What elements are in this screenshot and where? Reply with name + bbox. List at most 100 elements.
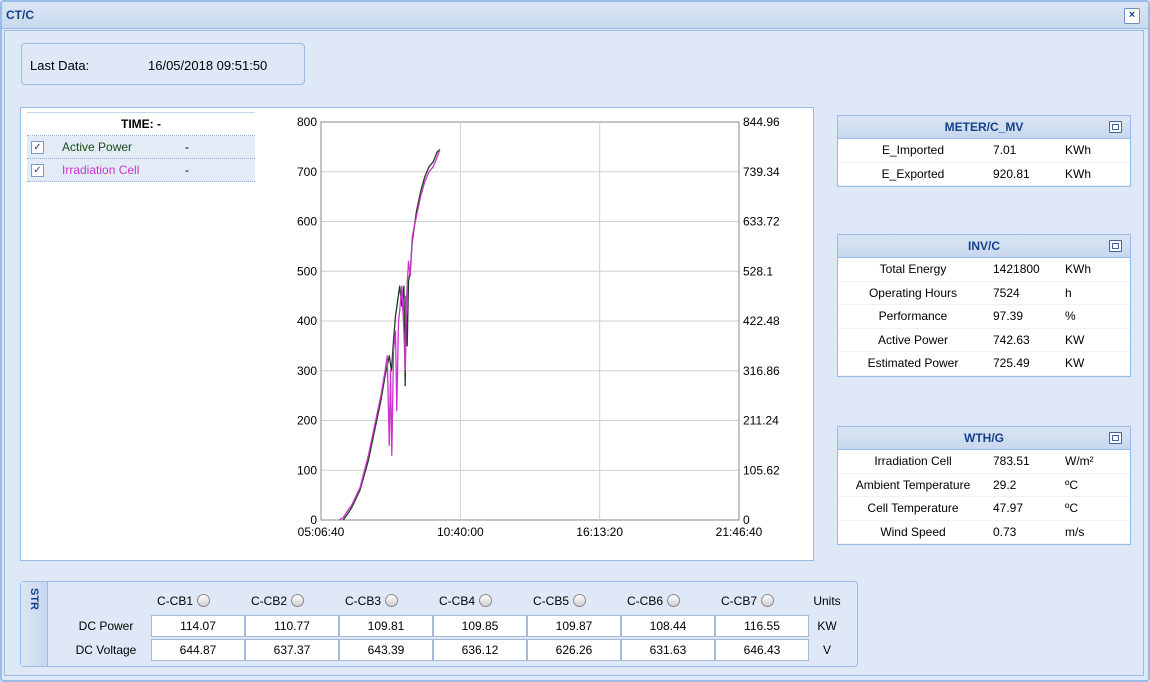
restore-window-icon[interactable] — [1109, 121, 1122, 133]
panel-inverter-header: INV/C — [838, 235, 1130, 258]
x-tick-label: 21:46:40 — [716, 525, 763, 539]
row-name: E_Exported — [881, 166, 945, 181]
combiner-label: C-CB5 — [533, 594, 570, 608]
row-unit: h — [1065, 285, 1072, 300]
panel-meter-header: METER/C_MV — [838, 116, 1130, 139]
window-body: Last Data: 16/05/2018 09:51:50 TIME: - ✓… — [4, 30, 1144, 676]
panel-row: Operating Hours 7524 h — [838, 282, 1130, 306]
row-unit: ºC — [1065, 501, 1079, 516]
row-name: Cell Temperature — [867, 501, 959, 516]
row-value: 47.97 — [993, 501, 1024, 516]
panel-inverter: INV/C Total Energy 1421800 KWh Operating H… — [837, 234, 1131, 377]
dc-voltage-unit: V — [822, 643, 831, 657]
y-right-tick-label: 528.1 — [743, 264, 773, 278]
restore-window-icon[interactable] — [1109, 240, 1122, 252]
combiner-header-4: C-CB4 — [439, 594, 533, 608]
panel-row: Ambient Temperature 29.2 ºC — [838, 474, 1130, 498]
str-panel: STR C-CB1 C-CB2 C-CB3 C-CB4 C-CB5 C-CB6 … — [20, 581, 858, 667]
last-data-value: 16/05/2018 09:51:50 — [148, 58, 268, 73]
radio-button[interactable] — [667, 594, 681, 607]
restore-window-icon[interactable] — [1109, 432, 1122, 444]
y-left-tick-label: 600 — [297, 215, 317, 229]
panel-row: Cell Temperature 47.97 ºC — [838, 497, 1130, 521]
row-unit: KWh — [1065, 143, 1092, 157]
panel-weather-header: WTH/G — [838, 427, 1130, 450]
panel-weather-title: WTH/G — [964, 431, 1004, 445]
row-name: Performance — [878, 309, 948, 324]
row-name: Ambient Temperature — [855, 477, 971, 492]
y-right-tick-label: 316.86 — [743, 364, 780, 378]
dc-voltage-cell: 637.37 — [245, 639, 339, 661]
y-right-tick-label: 633.72 — [743, 215, 780, 229]
window-titlebar[interactable]: CT/C × — [2, 2, 1148, 29]
row-unit: ºC — [1065, 477, 1079, 492]
y-right-tick-label: 211.24 — [743, 414, 779, 428]
combiner-label: C-CB7 — [721, 594, 758, 608]
y-right-tick-label: 739.34 — [743, 165, 780, 179]
radio-button[interactable] — [479, 594, 493, 607]
row-unit: % — [1065, 309, 1076, 324]
radio-button[interactable] — [197, 594, 211, 607]
panel-row: Active Power 742.63 KW — [838, 329, 1130, 353]
y-left-tick-label: 200 — [297, 414, 317, 428]
panel-row: E_Exported 920.81 KWh — [838, 163, 1130, 187]
row-name: Irradiation Cell — [874, 454, 952, 468]
panel-row: Irradiation Cell 783.51 W/m² — [838, 450, 1130, 474]
row-value: 725.49 — [993, 356, 1030, 371]
combiner-label: C-CB4 — [439, 594, 476, 608]
radio-button[interactable] — [385, 594, 399, 607]
combiner-label: C-CB1 — [157, 594, 194, 608]
panel-row: Wind Speed 0.73 m/s — [838, 521, 1130, 545]
row-name: Total Energy — [879, 262, 947, 276]
units-header: Units — [813, 594, 841, 608]
row-name: Estimated Power — [867, 356, 959, 371]
row-label-dc-voltage: DC Voltage — [75, 643, 137, 657]
row-name: Wind Speed — [880, 524, 946, 539]
y-left-tick-label: 800 — [297, 115, 317, 129]
combiner-header-6: C-CB6 — [627, 594, 721, 608]
last-data-label: Last Data: — [30, 58, 90, 73]
combiner-label: C-CB2 — [251, 594, 288, 608]
dc-power-unit: KW — [817, 619, 837, 633]
row-unit: KWh — [1065, 262, 1092, 276]
panel-meter: METER/C_MV E_Imported 7.01 KWh E_Exported 9… — [837, 115, 1131, 188]
str-tab[interactable]: STR — [21, 582, 48, 666]
dc-voltage-cell: 646.43 — [715, 639, 809, 661]
panel-weather: WTH/G Irradiation Cell 783.51 W/m² Ambient… — [837, 426, 1131, 546]
chart-panel: TIME: - ✓ Active Power - ✓ Irradiation C… — [20, 107, 814, 561]
close-button[interactable]: × — [1124, 8, 1140, 24]
dc-voltage-cell: 636.12 — [433, 639, 527, 661]
radio-button[interactable] — [573, 594, 587, 607]
str-tab-label: STR — [28, 588, 40, 610]
dc-voltage-cell: 626.26 — [527, 639, 621, 661]
dc-power-cell: 114.07 — [151, 615, 245, 637]
y-left-tick-label: 500 — [297, 264, 317, 278]
radio-button[interactable] — [761, 594, 775, 607]
combiner-header-1: C-CB1 — [157, 594, 251, 608]
row-value: 0.73 — [993, 524, 1017, 539]
row-value: 7524 — [993, 285, 1020, 300]
panel-meter-title: METER/C_MV — [944, 120, 1024, 134]
row-unit: KW — [1065, 356, 1085, 371]
row-value: 783.51 — [993, 454, 1030, 468]
dc-power-cell: 109.85 — [433, 615, 527, 637]
line-chart[interactable]: 0 0100 105.62200 211.24300 316.86400 422.4850… — [21, 108, 813, 560]
row-unit: m/s — [1065, 524, 1085, 539]
row-name: Active Power — [877, 332, 949, 347]
combiner-label: C-CB6 — [627, 594, 664, 608]
x-tick-label: 05:06:40 — [298, 525, 345, 539]
y-left-tick-label: 400 — [297, 314, 317, 328]
dc-power-cell: 108.44 — [621, 615, 715, 637]
row-unit: KWh — [1065, 166, 1092, 181]
row-name: Operating Hours — [868, 285, 958, 300]
combiner-header-5: C-CB5 — [533, 594, 627, 608]
y-right-tick-label: 105.62 — [743, 463, 780, 477]
dc-power-cell: 109.81 — [339, 615, 433, 637]
x-tick-label: 10:40:00 — [437, 525, 484, 539]
panel-row: Estimated Power 725.49 KW — [838, 352, 1130, 376]
panel-inverter-title: INV/C — [967, 239, 1000, 253]
row-unit: W/m² — [1065, 454, 1094, 468]
y-right-tick-label: 844.96 — [743, 115, 780, 129]
radio-button[interactable] — [291, 594, 305, 607]
panel-row: E_Imported 7.01 KWh — [838, 139, 1130, 163]
